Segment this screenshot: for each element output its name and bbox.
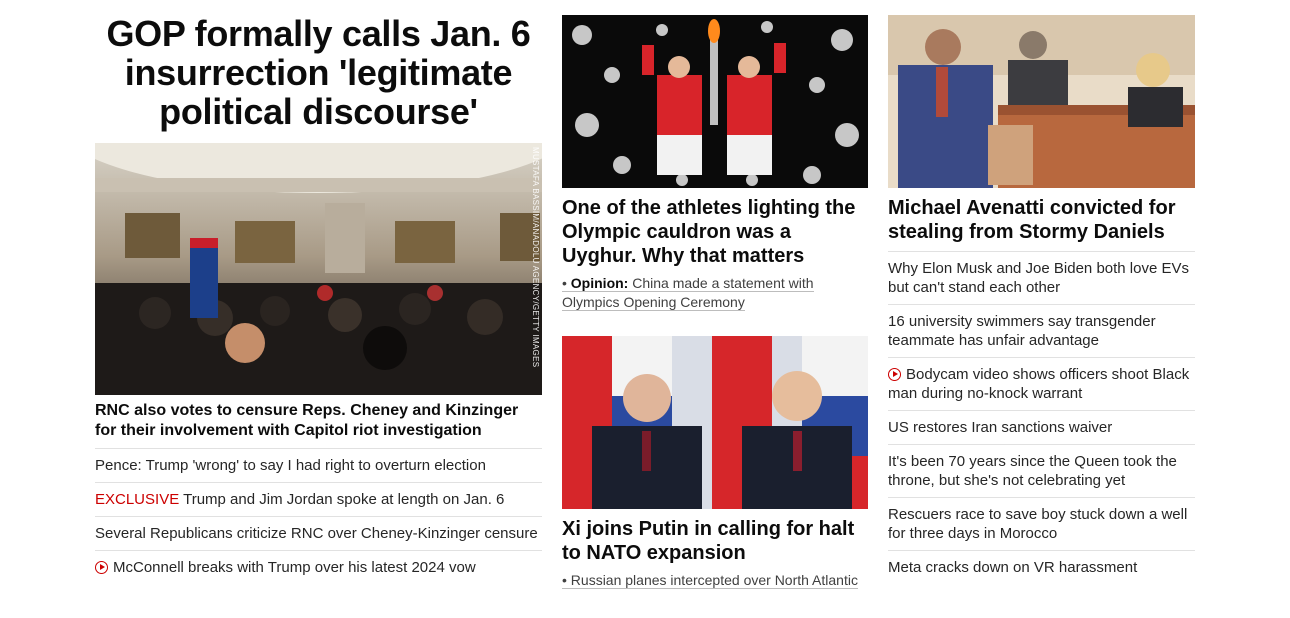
right-related-links: Why Elon Musk and Joe Biden both love EV…	[888, 251, 1195, 584]
right-story-link-6[interactable]: Rescuers race to save boy stuck down a w…	[888, 498, 1195, 551]
olympic-opinion-link: • Opinion: China made a statement with O…	[562, 274, 868, 312]
right-story-link-5[interactable]: It's been 70 years since the Queen took …	[888, 445, 1195, 498]
nato-related-link: • Russian planes intercepted over North …	[562, 571, 868, 590]
video-play-icon	[95, 561, 108, 574]
link-text: Trump and Jim Jordan spoke at length on …	[179, 491, 505, 508]
olympic-cauldron-photo[interactable]	[562, 15, 868, 188]
middle-column: One of the athletes lighting the Olympic…	[562, 0, 868, 590]
lead-related-link-3[interactable]: Several Republicans criticize RNC over C…	[95, 517, 542, 551]
right-story-link-7[interactable]: Meta cracks down on VR harassment	[888, 551, 1195, 584]
link-text: US restores Iran sanctions waiver	[888, 419, 1113, 436]
opinion-link[interactable]: • Opinion: China made a statement with O…	[562, 275, 814, 311]
russian-planes-text: Russian planes intercepted over North At…	[570, 572, 858, 588]
russian-planes-link[interactable]: • Russian planes intercepted over North …	[562, 572, 858, 589]
right-story-link-3[interactable]: Bodycam video shows officers shoot Black…	[888, 358, 1195, 411]
exclusive-label: EXCLUSIVE	[95, 491, 180, 508]
right-column: Michael Avenatti convicted for stealing …	[888, 0, 1195, 584]
avenatti-headline[interactable]: Michael Avenatti convicted for stealing …	[888, 196, 1195, 244]
lead-related-link-1[interactable]: Pence: Trump 'wrong' to say I had right …	[95, 449, 542, 483]
link-text: Why Elon Musk and Joe Biden both love EV…	[888, 260, 1189, 296]
capitol-riot-photo[interactable]: MUSTAFA BASSIM/ANADOLU AGENCY/GETTY IMAG…	[95, 143, 542, 395]
lead-related-links: Pence: Trump 'wrong' to say I had right …	[95, 449, 542, 584]
olympic-story-headline[interactable]: One of the athletes lighting the Olympic…	[562, 196, 868, 268]
link-text: Pence: Trump 'wrong' to say I had right …	[95, 457, 486, 474]
lead-subheadline[interactable]: RNC also votes to censure Reps. Cheney a…	[95, 395, 542, 449]
lead-headline[interactable]: GOP formally calls Jan. 6 insurrection '…	[95, 14, 542, 131]
opinion-label: Opinion:	[570, 275, 629, 291]
avenatti-courtroom-sketch[interactable]	[888, 15, 1195, 188]
link-text: McConnell breaks with Trump over his lat…	[113, 559, 476, 576]
video-play-icon	[888, 368, 901, 381]
link-text: It's been 70 years since the Queen took …	[888, 453, 1177, 489]
right-story-link-1[interactable]: Why Elon Musk and Joe Biden both love EV…	[888, 252, 1195, 305]
link-text: Rescuers race to save boy stuck down a w…	[888, 506, 1188, 542]
link-text: 16 university swimmers say transgender t…	[888, 313, 1156, 349]
lead-story-column: GOP formally calls Jan. 6 insurrection '…	[95, 0, 542, 584]
right-story-link-2[interactable]: 16 university swimmers say transgender t…	[888, 305, 1195, 358]
lead-related-link-4[interactable]: McConnell breaks with Trump over his lat…	[95, 551, 542, 584]
xi-putin-headline[interactable]: Xi joins Putin in calling for halt to NA…	[562, 517, 868, 565]
link-text: Bodycam video shows officers shoot Black…	[888, 366, 1190, 402]
right-story-link-4[interactable]: US restores Iran sanctions waiver	[888, 411, 1195, 445]
link-text: Meta cracks down on VR harassment	[888, 559, 1138, 576]
xi-putin-photo[interactable]	[562, 336, 868, 509]
photo-credit: MUSTAFA BASSIM/ANADOLU AGENCY/GETTY IMAG…	[531, 147, 540, 368]
link-text: Several Republicans criticize RNC over C…	[95, 525, 538, 542]
lead-related-link-2[interactable]: EXCLUSIVE Trump and Jim Jordan spoke at …	[95, 483, 542, 517]
